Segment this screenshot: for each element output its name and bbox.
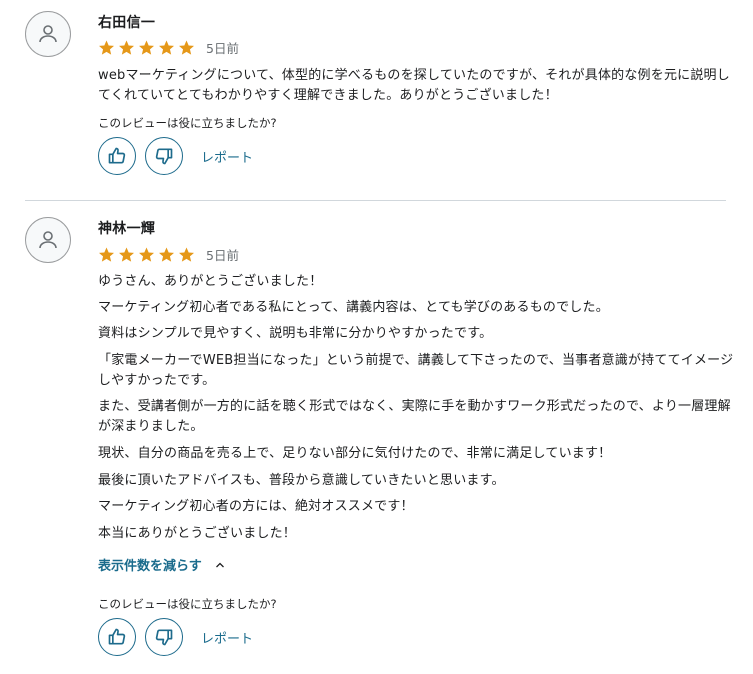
- review-text: マーケティング初心者の方には、絶対オススメです！: [98, 499, 414, 514]
- thumbs-up-icon: [108, 147, 126, 164]
- thumbs-up-icon: [108, 628, 126, 645]
- review-text: また、受講者側が一方的に話を聴く形式ではなく、実際に手を動かすワーク形式だったの…: [98, 399, 731, 434]
- user-icon: [39, 25, 57, 43]
- review-text: 本当にありがとうございました！: [98, 526, 297, 541]
- review-date: 5日前: [206, 41, 239, 56]
- feedback-actions: レポート: [98, 137, 253, 175]
- review-text: マーケティング初心者である私にとって、講義内容は、とても学びのあるものでした。: [98, 300, 609, 315]
- review-text: ゆうさん、ありがとうございました！: [98, 274, 323, 289]
- reviewer-avatar: [25, 11, 71, 57]
- report-link[interactable]: レポート: [201, 628, 253, 647]
- thumbs-down-icon: [155, 629, 173, 646]
- star-icon: [139, 247, 154, 262]
- helpful-question: このレビューは役に立ちましたか?: [98, 116, 277, 130]
- star-icon: [159, 40, 174, 55]
- feedback-actions: レポート: [98, 618, 253, 656]
- star-icon: [139, 40, 154, 55]
- reviewer-name: 神林一輝: [98, 221, 156, 237]
- review-divider: [25, 200, 726, 201]
- star-icon: [119, 247, 134, 262]
- review-text: 現状、自分の商品を売る上で、足りない部分に気付けたので、非常に満足しています！: [98, 446, 612, 461]
- star-icon: [119, 40, 134, 55]
- star-icon: [179, 247, 194, 262]
- star-icon: [99, 247, 114, 262]
- reviewer-avatar: [25, 217, 71, 263]
- helpful-yes-button[interactable]: [98, 137, 136, 175]
- star-rating: [97, 246, 196, 264]
- rating-row: 5日前: [97, 38, 239, 57]
- show-less-button[interactable]: 表示件数を減らす: [98, 555, 226, 574]
- rating-row: 5日前: [97, 245, 239, 264]
- review-text: 最後に頂いたアドバイスも、普段から意識していきたいと思います。: [98, 473, 505, 488]
- review-text: webマーケティングについて、体型的に学べるものを探していたのですが、それが具体…: [98, 68, 730, 103]
- star-icon: [179, 40, 194, 55]
- helpful-yes-button[interactable]: [98, 618, 136, 656]
- review-date: 5日前: [206, 248, 239, 263]
- show-less-label: 表示件数を減らす: [98, 559, 202, 574]
- user-icon: [39, 231, 57, 249]
- star-icon: [159, 247, 174, 262]
- star-icon: [99, 40, 114, 55]
- reviewer-name: 右田信一: [98, 15, 156, 31]
- review-text: 「家電メーカーでWEB担当になった」という前提で、講義して下さったので、当事者意…: [98, 353, 734, 388]
- star-rating: [97, 39, 196, 57]
- helpful-no-button[interactable]: [145, 618, 183, 656]
- report-link[interactable]: レポート: [201, 147, 253, 166]
- helpful-no-button[interactable]: [145, 137, 183, 175]
- review-text: 資料はシンプルで見やすく、説明も非常に分かりやすかったです。: [98, 326, 493, 341]
- chevron-up-icon: [215, 562, 224, 567]
- helpful-question: このレビューは役に立ちましたか?: [98, 597, 277, 611]
- thumbs-down-icon: [155, 148, 173, 165]
